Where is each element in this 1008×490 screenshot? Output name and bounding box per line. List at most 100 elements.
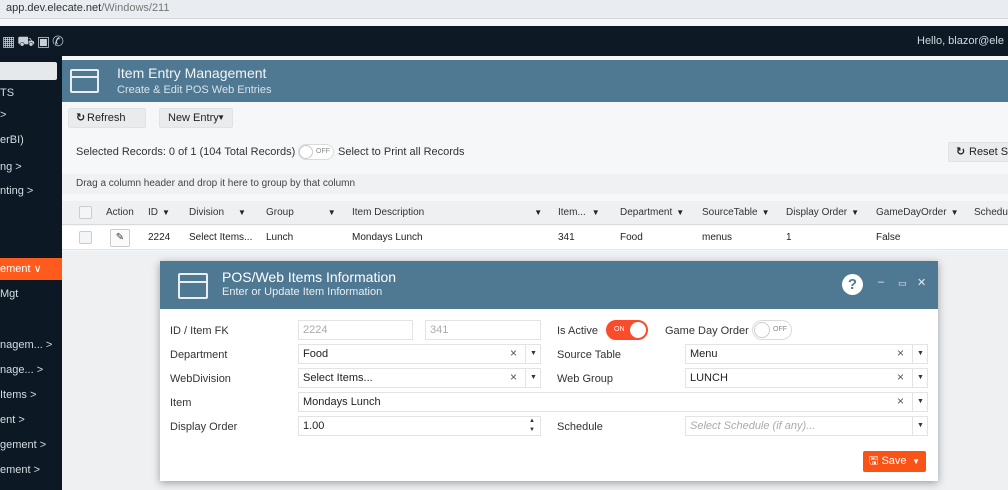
schedule-label: Schedule	[557, 421, 603, 433]
column-label: GameDayOrder	[876, 207, 947, 218]
new-entry-button[interactable]: New Entry ▼	[159, 108, 233, 128]
sidebar-item-active[interactable]: ement ∨	[0, 258, 62, 280]
column-header-department[interactable]: Department ▼	[620, 201, 684, 225]
clear-icon[interactable]: ×	[510, 370, 517, 384]
close-icon[interactable]: ✕	[917, 276, 926, 289]
column-header-id[interactable]: ID ▼	[148, 201, 170, 225]
calendar-icon[interactable]: ▦	[2, 33, 17, 49]
user-greeting[interactable]: Hello, blazor@ele	[917, 35, 1004, 47]
numeric-stepper[interactable]: ▲ ▼	[525, 417, 539, 437]
reset-label: Reset S	[969, 146, 1008, 158]
url-host: app.dev.elecate.net	[6, 2, 102, 14]
row-checkbox[interactable]	[79, 231, 92, 244]
schedule-select[interactable]: Select Schedule (if any)...	[685, 416, 928, 436]
column-header-group[interactable]: Group ▼	[266, 201, 336, 225]
refresh-button[interactable]: ↻ Refresh	[68, 108, 146, 128]
group-drop-zone[interactable]: Drag a column header and drop it here to…	[62, 174, 1008, 194]
filter-icon[interactable]: ▼	[238, 208, 246, 217]
select-all-checkbox[interactable]	[79, 206, 92, 219]
column-header-item-description[interactable]: Item Description ▼	[352, 201, 542, 225]
filter-icon[interactable]: ▼	[534, 208, 542, 217]
sidebar-item[interactable]: nting >	[0, 180, 62, 202]
reset-icon: ↻	[956, 146, 966, 158]
sidebar-item[interactable]: nage... >	[0, 359, 62, 381]
column-header-division[interactable]: Division ▼	[189, 201, 246, 225]
page-header: Item Entry Management Create & Edit POS …	[62, 60, 1008, 102]
id-field[interactable]: 2224	[298, 320, 413, 340]
toggle-knob	[754, 322, 770, 338]
is-active-label: Is Active	[557, 325, 598, 337]
column-header-action[interactable]: Action	[106, 201, 134, 225]
item-fk-field[interactable]: 341	[425, 320, 541, 340]
clear-icon[interactable]: ×	[897, 394, 904, 408]
clear-icon[interactable]: ×	[897, 346, 904, 360]
filter-icon[interactable]: ▼	[328, 208, 336, 217]
sidebar-item[interactable]: TS	[0, 82, 62, 104]
column-header-display-order[interactable]: Display Order ▼	[786, 201, 859, 225]
maximize-icon[interactable]: ▭	[898, 278, 907, 289]
chevron-down-icon[interactable]: ▼	[525, 368, 541, 388]
column-label: SourceTable	[702, 207, 758, 218]
grid-header: Action ID ▼ Division ▼ Group ▼ Item Descrip…	[62, 201, 1008, 225]
sidebar-item[interactable]: ng >	[0, 156, 62, 178]
column-header-item[interactable]: Item... ▼	[558, 201, 600, 225]
chevron-down-icon[interactable]: ▼	[525, 344, 541, 364]
chevron-down-icon[interactable]: ▼	[912, 368, 928, 388]
chevron-down-icon[interactable]: ▼	[912, 392, 928, 412]
column-header-source-table[interactable]: SourceTable ▼	[702, 201, 770, 225]
item-select[interactable]: Mondays Lunch	[298, 392, 928, 412]
chevron-down-icon[interactable]: ▼	[912, 344, 928, 364]
source-table-select[interactable]: Menu	[685, 344, 928, 364]
display-order-input[interactable]: 1.00	[298, 416, 541, 436]
filter-icon[interactable]: ▼	[592, 208, 600, 217]
edit-button[interactable]: ✎	[110, 229, 130, 247]
sidebar-item[interactable]: ement >	[0, 459, 62, 481]
filter-icon[interactable]: ▼	[762, 208, 770, 217]
sidebar-search-input[interactable]	[0, 62, 57, 80]
browser-url-bar[interactable]: app.dev.elecate.net/Windows/211	[0, 0, 1008, 19]
filter-icon[interactable]: ▼	[951, 208, 959, 217]
sidebar-item[interactable]: gement >	[0, 434, 62, 456]
dropdown-caret-icon[interactable]: ▼	[912, 451, 920, 472]
web-group-select[interactable]: LUNCH	[685, 368, 928, 388]
sidebar-item[interactable]: erBI)	[0, 129, 62, 151]
column-header-gameday-order[interactable]: GameDayOrder ▼	[876, 201, 959, 225]
help-icon[interactable]: ?	[842, 274, 863, 295]
sidebar-item[interactable]: Mgt	[0, 283, 62, 305]
selection-bar: Selected Records: 0 of 1 (104 Total Reco…	[62, 141, 1008, 163]
filter-icon[interactable]: ▼	[676, 208, 684, 217]
new-entry-label: New Entry	[168, 112, 219, 124]
up-arrow-icon[interactable]: ▲	[529, 418, 535, 424]
webdivision-select[interactable]: Select Items...	[298, 368, 541, 388]
sidebar-item[interactable]: Items >	[0, 384, 62, 406]
dialog-header: POS/Web Items Information Enter or Updat…	[160, 261, 938, 309]
sidebar-item[interactable]: >	[0, 104, 62, 126]
print-all-toggle[interactable]: OFF	[298, 144, 334, 160]
truck-icon[interactable]: ⛟	[17, 33, 37, 49]
table-row[interactable]: ✎ 2224 Select Items... Lunch Mondays Lun…	[62, 226, 1008, 250]
department-select[interactable]: Food	[298, 344, 541, 364]
clear-icon[interactable]: ×	[510, 346, 517, 360]
column-header-schedule[interactable]: Schedu	[974, 201, 1008, 225]
cell-gameday-order: False	[876, 232, 901, 243]
is-active-toggle[interactable]: ON	[606, 320, 648, 340]
filter-icon[interactable]: ▼	[162, 208, 170, 217]
building-icon[interactable]: ▣	[37, 33, 52, 49]
cell-id: 2224	[148, 232, 171, 243]
pencil-icon: ✎	[115, 232, 125, 243]
game-day-order-toggle[interactable]: OFF	[752, 320, 792, 340]
filter-icon[interactable]: ▼	[851, 208, 859, 217]
toggle-label: ON	[614, 326, 625, 333]
sidebar-item[interactable]: ent >	[0, 409, 62, 431]
save-button[interactable]: 🖫 Save ▼	[863, 451, 926, 472]
toolbar: ↻ Refresh New Entry ▼	[62, 107, 1008, 129]
reset-button[interactable]: ↻ Reset S	[948, 142, 1008, 162]
down-arrow-icon[interactable]: ▼	[529, 427, 535, 433]
minimize-icon[interactable]: –	[878, 276, 884, 288]
toggle-label: OFF	[773, 326, 787, 333]
cell-division: Select Items...	[189, 232, 253, 243]
phone-icon[interactable]: ✆	[52, 33, 66, 49]
sidebar-item[interactable]: nagem... >	[0, 334, 62, 356]
chevron-down-icon[interactable]: ▼	[912, 416, 928, 436]
clear-icon[interactable]: ×	[897, 370, 904, 384]
